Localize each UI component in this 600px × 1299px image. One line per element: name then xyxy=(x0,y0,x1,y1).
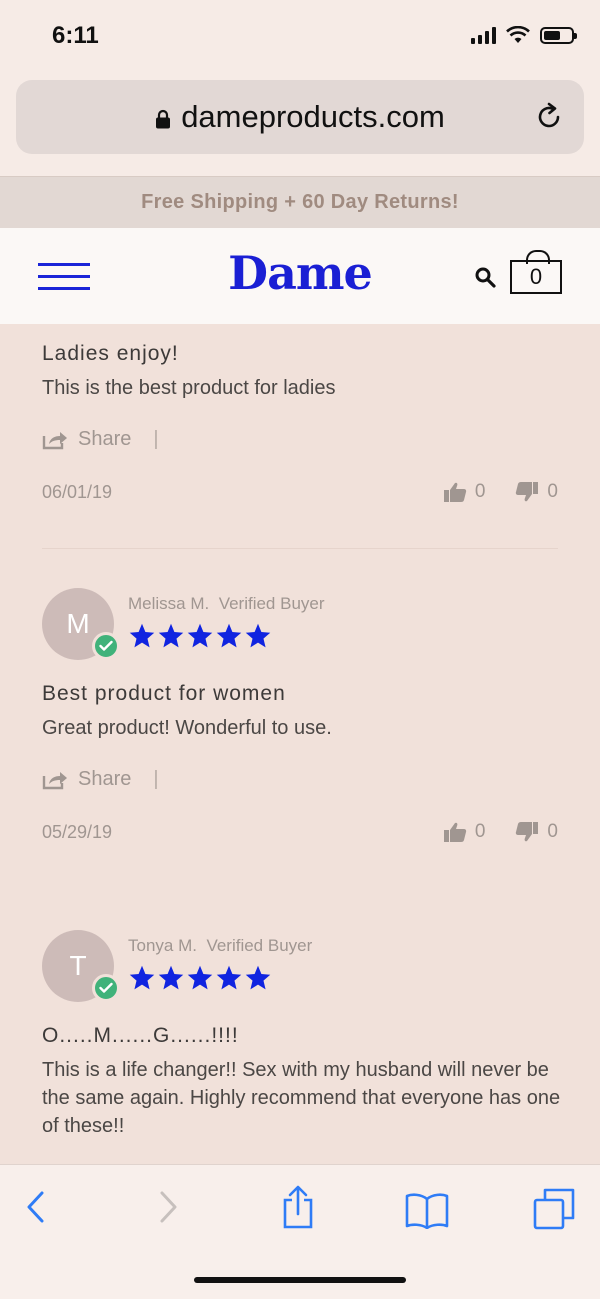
share-separator: | xyxy=(153,428,159,450)
reviewer-name: Melissa M. xyxy=(128,594,210,613)
reload-icon[interactable] xyxy=(534,102,564,132)
avatar: T xyxy=(42,930,120,1002)
lock-icon xyxy=(156,109,171,129)
verified-check-icon xyxy=(92,974,120,1002)
avatar: M xyxy=(42,588,120,660)
star-icon xyxy=(187,965,213,990)
star-icon xyxy=(216,623,242,648)
thumbs-up-icon[interactable] xyxy=(443,481,467,503)
review-title: Best product for women xyxy=(42,682,286,705)
avatar-initial: T xyxy=(69,950,87,981)
upvote-count: 0 xyxy=(474,821,486,842)
review-item: Ladies enjoy! This is the best product f… xyxy=(42,342,562,503)
tabs-icon[interactable] xyxy=(532,1187,576,1231)
review-item: T Tonya M. Verified Buyer O.....M......G… xyxy=(42,930,562,1140)
star-rating xyxy=(128,622,325,650)
review-date: 06/01/19 xyxy=(42,481,113,502)
reviewer-info: Melissa M. Verified Buyer xyxy=(128,588,325,650)
star-icon xyxy=(245,623,271,648)
vote-controls: 0 0 xyxy=(443,481,562,503)
wifi-icon xyxy=(506,26,530,43)
star-icon xyxy=(216,965,242,990)
share-icon[interactable] xyxy=(42,430,68,450)
share-separator: | xyxy=(153,768,159,790)
share-button[interactable]: Share xyxy=(78,768,131,791)
review-body: This is the best product for ladies xyxy=(42,377,336,399)
vote-controls: 0 0 xyxy=(443,821,562,843)
upvote-count: 0 xyxy=(474,481,486,502)
browser-chrome: dameproducts.com xyxy=(0,78,600,176)
star-icon xyxy=(245,965,271,990)
verified-check-icon xyxy=(92,632,120,660)
thumbs-down-icon[interactable] xyxy=(515,481,539,503)
review-meta: 05/29/19 0 0 xyxy=(42,821,562,843)
star-icon xyxy=(129,623,155,648)
reviewer-line: Tonya M. Verified Buyer xyxy=(128,936,312,956)
forward-icon[interactable] xyxy=(156,1189,180,1225)
reviewer-line: Melissa M. Verified Buyer xyxy=(128,594,325,614)
shipping-banner[interactable]: Free Shipping + 60 Day Returns! xyxy=(0,176,600,228)
review-title: O.....M......G......!!!! xyxy=(42,1024,239,1047)
thumbs-down-icon[interactable] xyxy=(515,821,539,843)
review-divider xyxy=(42,548,558,549)
avatar-initial: M xyxy=(66,608,90,639)
review-date: 05/29/19 xyxy=(42,821,113,842)
share-icon[interactable] xyxy=(42,770,68,790)
home-indicator[interactable] xyxy=(194,1277,406,1283)
reviewer-block: T Tonya M. Verified Buyer xyxy=(42,930,562,1002)
verified-buyer-label: Verified Buyer xyxy=(206,936,313,955)
reviews-list: Ladies enjoy! This is the best product f… xyxy=(0,324,600,1164)
bookmarks-icon[interactable] xyxy=(404,1191,450,1229)
battery-icon xyxy=(540,26,577,44)
back-icon[interactable] xyxy=(24,1189,48,1225)
share-button[interactable]: Share xyxy=(78,428,131,451)
downvote-count: 0 xyxy=(547,481,558,502)
review-body: Great product! Wonderful to use. xyxy=(42,717,332,739)
share-row: Share | xyxy=(42,768,562,791)
reviewer-name: Tonya M. xyxy=(128,936,197,955)
star-rating xyxy=(128,964,312,992)
star-icon xyxy=(187,623,213,648)
share-row: Share | xyxy=(42,428,562,451)
status-bar: 6:11 xyxy=(0,0,600,78)
downvote-count: 0 xyxy=(547,821,558,842)
share-sheet-icon[interactable] xyxy=(280,1185,316,1229)
star-icon xyxy=(158,965,184,990)
verified-buyer-label: Verified Buyer xyxy=(218,594,325,613)
review-item: M Melissa M. Verified Buyer Best product… xyxy=(42,588,562,843)
address-bar[interactable]: dameproducts.com xyxy=(16,80,584,154)
reviewer-block: M Melissa M. Verified Buyer xyxy=(42,588,562,660)
review-title: Ladies enjoy! xyxy=(42,342,179,365)
reviewer-info: Tonya M. Verified Buyer xyxy=(128,930,312,992)
url-text: dameproducts.com xyxy=(181,99,445,134)
site-header: Dame 0 xyxy=(0,228,600,324)
status-time: 6:11 xyxy=(52,22,99,49)
star-icon xyxy=(158,623,184,648)
star-icon xyxy=(129,965,155,990)
browser-toolbar xyxy=(0,1164,600,1299)
cart-button[interactable]: 0 xyxy=(510,250,562,294)
status-icons xyxy=(471,26,577,44)
signal-icon xyxy=(471,26,496,44)
search-icon[interactable] xyxy=(474,266,496,288)
review-meta: 06/01/19 0 0 xyxy=(42,481,562,503)
thumbs-up-icon[interactable] xyxy=(443,821,467,843)
review-body: This is a life changer!! Sex with my hus… xyxy=(42,1059,561,1137)
